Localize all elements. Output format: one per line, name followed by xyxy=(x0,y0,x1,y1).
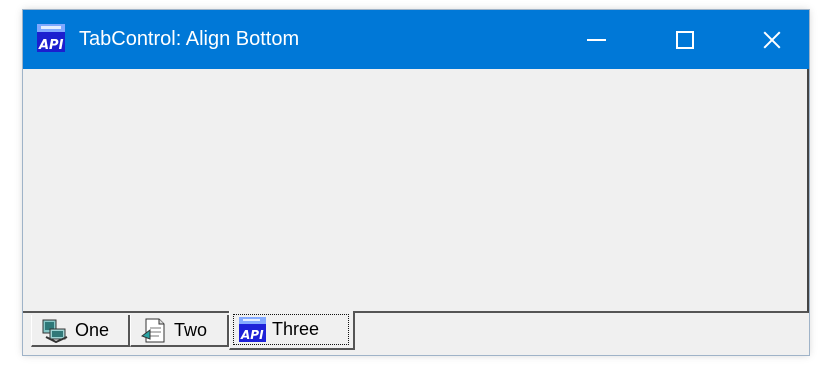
tab-strip: One Two API Three xyxy=(31,311,451,355)
tab-two[interactable]: Two xyxy=(130,315,229,347)
minimize-icon xyxy=(586,39,606,41)
client-area: One Two API Three xyxy=(23,69,809,355)
window-title: TabControl: Align Bottom xyxy=(79,28,300,50)
maximize-button[interactable] xyxy=(648,10,722,69)
desktop-icon xyxy=(42,319,68,343)
close-button[interactable] xyxy=(735,10,809,69)
document-icon xyxy=(141,318,165,342)
api-app-icon: API xyxy=(37,24,65,52)
tab-page xyxy=(23,69,809,313)
close-icon xyxy=(761,29,783,51)
tab-one[interactable]: One xyxy=(31,315,130,347)
title-bar[interactable]: API TabControl: Align Bottom xyxy=(23,10,809,69)
maximize-icon xyxy=(676,30,694,49)
minimize-button[interactable] xyxy=(559,10,633,69)
svg-text:API: API xyxy=(240,328,264,342)
svg-text:API: API xyxy=(38,38,64,52)
tab-three-label: Three xyxy=(272,319,320,339)
tab-two-label: Two xyxy=(174,319,208,340)
tab-one-label: One xyxy=(75,319,110,340)
api-icon: API xyxy=(239,317,266,342)
window: API TabControl: Align Bottom One Two API… xyxy=(23,10,809,355)
tab-three[interactable]: API Three xyxy=(229,311,355,350)
